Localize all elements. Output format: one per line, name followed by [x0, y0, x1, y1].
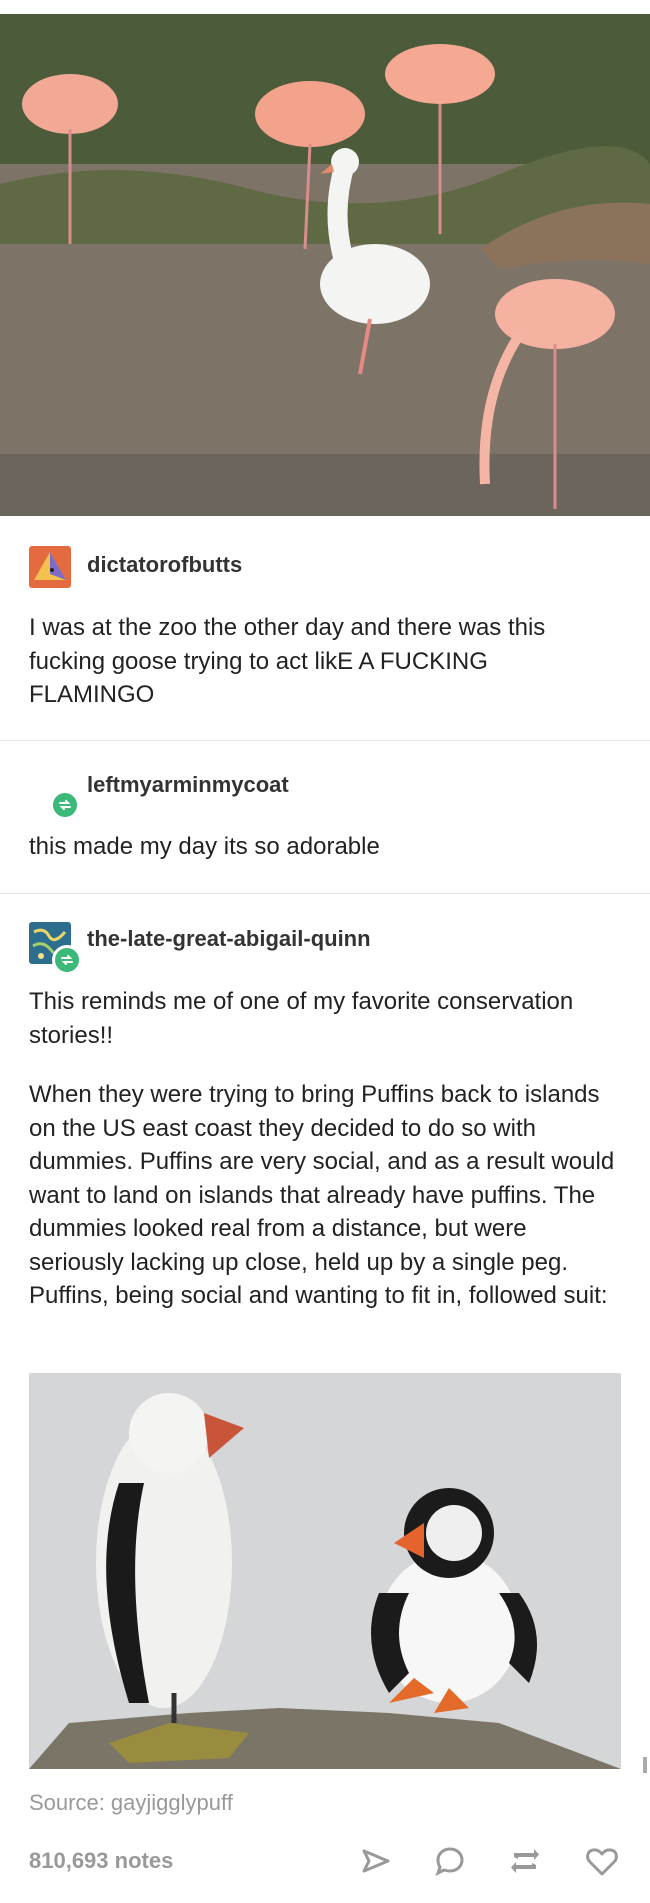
reblog-arrows-icon — [61, 955, 73, 965]
reblog-arrows-icon — [59, 800, 71, 810]
divider — [0, 740, 650, 741]
reblog-button[interactable] — [507, 1843, 543, 1879]
notes-count[interactable]: 810,693 notes — [29, 1848, 173, 1874]
username[interactable]: dictatorofbutts — [87, 552, 242, 578]
reblog-icon — [511, 1849, 539, 1873]
bottom-photo[interactable] — [29, 1373, 621, 1769]
username[interactable]: leftmyarminmycoat — [87, 772, 289, 798]
like-icon — [586, 1848, 618, 1876]
username[interactable]: the-late-great-abigail-quinn — [87, 926, 371, 952]
reply-icon — [435, 1847, 464, 1876]
post-source[interactable]: Source: gayjigglypuff — [29, 1790, 233, 1816]
goose-flamingo-image — [0, 14, 650, 516]
share-button[interactable] — [358, 1843, 394, 1879]
top-photo[interactable] — [0, 14, 650, 516]
divider — [0, 893, 650, 894]
reblog-badge-icon — [52, 945, 82, 975]
reblog-badge-icon — [50, 790, 80, 820]
puffin-image — [29, 1373, 621, 1769]
post-text: This reminds me of one of my favorite co… — [29, 988, 574, 1049]
post-text: I was at the zoo the other day and there… — [29, 614, 546, 708]
post-text: this made my day its so adorable — [29, 833, 380, 860]
share-icon — [362, 1849, 390, 1873]
like-button[interactable] — [584, 1843, 620, 1879]
avatar-dictatorofbutts[interactable] — [29, 546, 71, 588]
triangle-avatar-icon — [29, 546, 71, 588]
post-text: When they were trying to bring Puffins b… — [29, 1081, 615, 1309]
scroll-indicator[interactable] — [643, 1757, 647, 1773]
reply-button[interactable] — [432, 1843, 468, 1879]
